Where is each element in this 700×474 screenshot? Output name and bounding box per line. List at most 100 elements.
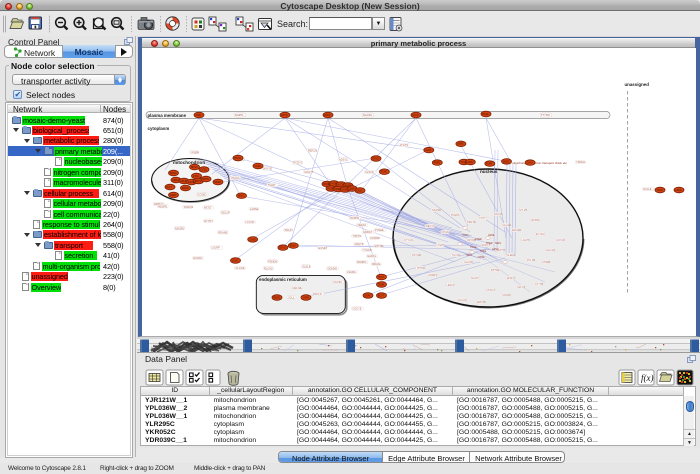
svg-text:f(x): f(x): [641, 373, 654, 383]
svg-text:TDTE: TDTE: [480, 250, 487, 253]
svg-text:CYND: CYND: [249, 239, 256, 241]
svg-text:RNDD: RNDD: [170, 173, 177, 175]
svg-text:NEETA: NEETA: [358, 223, 367, 227]
svg-text:LALD: LALD: [356, 189, 362, 192]
svg-text:CYSS: CYSS: [200, 169, 207, 171]
svg-text:RANRG: RANRG: [357, 260, 366, 264]
svg-text:endoplasmic reticulum: endoplasmic reticulum: [259, 277, 307, 282]
svg-text:LESLP: LESLP: [447, 284, 455, 287]
svg-text:CYPTY: CYPTY: [479, 217, 488, 220]
svg-text:REGTC: REGTC: [426, 225, 435, 228]
svg-text:DCRDR: DCRDR: [371, 236, 380, 240]
svg-text:LCCYD: LCCYD: [246, 220, 255, 224]
svg-text:SGAY: SGAY: [364, 294, 371, 297]
svg-text:EPRSL: EPRSL: [532, 219, 541, 222]
svg-text:PCNC: PCNC: [381, 172, 388, 174]
svg-text:YTGCR: YTGCR: [363, 248, 372, 252]
svg-text:unassigned: unassigned: [625, 82, 650, 87]
svg-text:PPER: PPER: [486, 242, 493, 245]
svg-text:PYEEE: PYEEE: [375, 228, 384, 232]
svg-text:PEPCN: PEPCN: [308, 148, 317, 152]
svg-text:RSRYD: RSRYD: [467, 221, 476, 224]
svg-text:LACPS: LACPS: [522, 239, 531, 242]
svg-text:ECDRL: ECDRL: [194, 256, 203, 260]
svg-text:PCYT: PCYT: [378, 295, 385, 297]
svg-text:NLGSS: NLGSS: [363, 113, 372, 117]
svg-text:PDNDN: PDNDN: [268, 259, 277, 263]
svg-text:NEPL: NEPL: [495, 242, 502, 245]
svg-text:RCDYC: RCDYC: [293, 161, 302, 165]
svg-text:YPACG: YPACG: [231, 176, 240, 180]
svg-text:LAEG: LAEG: [675, 189, 681, 192]
svg-text:EDTG: EDTG: [195, 181, 202, 183]
svg-text:NSASN: NSASN: [432, 209, 441, 212]
svg-text:ECYEC: ECYEC: [536, 233, 545, 236]
svg-text:mitochondrial electron transpo: mitochondrial electron transport chain e…: [512, 161, 567, 165]
svg-text:TPTND: TPTND: [417, 267, 426, 270]
svg-text:AERC: AERC: [172, 179, 179, 182]
svg-text:GPLCY: GPLCY: [517, 286, 526, 289]
svg-text:GRRGT: GRRGT: [363, 230, 373, 234]
svg-text:RGAL: RGAL: [482, 113, 489, 116]
svg-text:mitochondrion: mitochondrion: [173, 160, 205, 165]
svg-text:YDLR: YDLR: [656, 190, 662, 192]
svg-text:ANRL: ANRL: [195, 114, 202, 117]
svg-text:CCEP: CCEP: [475, 238, 482, 241]
svg-text:RCPPR: RCPPR: [350, 216, 359, 220]
svg-text:ANED: ANED: [170, 194, 177, 197]
svg-text:APLE: APLE: [180, 180, 186, 183]
svg-text:EPYG: EPYG: [281, 115, 288, 117]
svg-text:EARCL: EARCL: [368, 254, 377, 258]
svg-text:RADG: RADG: [182, 187, 189, 190]
svg-text:NRLP: NRLP: [324, 115, 331, 117]
svg-text:LYSN: LYSN: [232, 260, 238, 262]
svg-text:RPTRE: RPTRE: [491, 269, 500, 272]
svg-text:RESPE: RESPE: [158, 204, 167, 208]
svg-text:AETLT: AETLT: [204, 206, 212, 210]
svg-text:DDSN: DDSN: [191, 167, 198, 169]
svg-text:STYTR: STYTR: [535, 283, 543, 286]
svg-text:GPEYR: GPEYR: [355, 242, 364, 246]
svg-text:GCLLE: GCLLE: [643, 187, 652, 191]
svg-text:TRAT: TRAT: [378, 276, 384, 279]
svg-text:YYRR: YYRR: [302, 297, 309, 299]
svg-text:ALPA: ALPA: [425, 149, 431, 152]
svg-text:AYNT: AYNT: [341, 188, 348, 191]
svg-text:PSRS: PSRS: [434, 163, 441, 165]
svg-text:AYTS: AYTS: [337, 183, 343, 186]
svg-text:ARSN: ARSN: [334, 188, 341, 191]
svg-text:ERNTS: ERNTS: [477, 301, 486, 304]
svg-text:DCLNL: DCLNL: [459, 299, 468, 302]
svg-text:DTAD: DTAD: [372, 157, 378, 160]
svg-text:DGNND: DGNND: [328, 266, 338, 270]
svg-text:ASRE: ASRE: [457, 143, 464, 146]
svg-text:DPLRL: DPLRL: [442, 231, 451, 234]
svg-text:REANE: REANE: [218, 230, 227, 234]
svg-text:GRLNA: GRLNA: [293, 286, 302, 290]
svg-text:CAYC: CAYC: [412, 114, 419, 117]
svg-text:NNCP: NNCP: [344, 185, 351, 187]
svg-text:RPPN: RPPN: [202, 179, 209, 181]
svg-text:CGLGD: CGLGD: [502, 224, 511, 227]
svg-text:CANY: CANY: [527, 162, 534, 165]
svg-text:ATSRR: ATSRR: [542, 261, 550, 264]
svg-text:DSYGD: DSYGD: [412, 254, 421, 257]
svg-text:GNYAR: GNYAR: [556, 239, 565, 242]
svg-text:YPNY: YPNY: [462, 234, 469, 237]
svg-text:AECC: AECC: [238, 195, 245, 198]
svg-text:nucleus: nucleus: [480, 169, 498, 174]
svg-text:SNLAY: SNLAY: [285, 228, 294, 232]
svg-text:CTYGS: CTYGS: [404, 239, 413, 242]
svg-text:RNND: RNND: [323, 184, 330, 186]
svg-text:CLSCD: CLSCD: [365, 170, 374, 174]
svg-text:RRCAL: RRCAL: [372, 262, 381, 266]
svg-text:CLCGE: CLCGE: [236, 266, 245, 270]
svg-text:plasma membrane: plasma membrane: [148, 113, 187, 118]
svg-text:SGRTL: SGRTL: [235, 113, 244, 117]
svg-text:ERNGD: ERNGD: [512, 229, 521, 232]
svg-text:LTGRT: LTGRT: [437, 244, 445, 247]
svg-text:YNPTG: YNPTG: [353, 234, 362, 238]
svg-text:GLELE: GLELE: [302, 264, 311, 268]
svg-text:GGCRC: GGCRC: [464, 261, 474, 264]
svg-text:EENP: EENP: [348, 188, 355, 190]
